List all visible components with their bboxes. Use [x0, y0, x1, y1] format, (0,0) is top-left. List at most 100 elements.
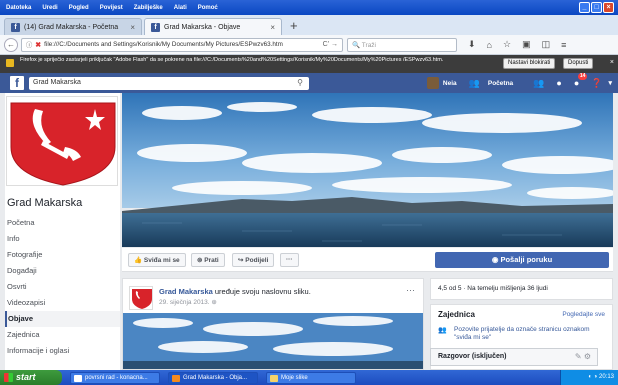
taskbar-item-firefox[interactable]: Grad Makarska - Obja... — [168, 371, 258, 384]
home-link[interactable]: Početna — [488, 80, 513, 87]
invite-friends-icon: 👥 — [438, 327, 447, 334]
plugin-notification-bar: Firefox je spriječio zastarjeli priključ… — [0, 55, 618, 73]
facebook-logo-icon[interactable]: f — [10, 76, 24, 90]
page-action-bar: 👍 Sviđa mi se ⊚ Prati ↪ Podijeli ··· ◉ P… — [122, 248, 613, 272]
menu-help[interactable]: Pomoć — [198, 5, 218, 11]
rating-box: 4,5 od 5 · Na temelju mišljenja 36 ljudi — [430, 278, 613, 300]
search-icon[interactable]: ⚲ — [297, 78, 303, 87]
tab-pocetna[interactable]: f (14) Grad Makarska - Početna × — [4, 18, 142, 35]
invite-friends-link[interactable]: Pozovite prijatelje da označe stranicu o… — [454, 326, 604, 342]
close-window-button[interactable]: × — [603, 2, 614, 13]
send-message-button[interactable]: ◉ Pošalji poruku — [435, 252, 609, 268]
left-nav-info-ads[interactable]: Informacije i oglasi — [5, 343, 120, 359]
post-card: Grad Makarska uređuje svoju naslovnu sli… — [122, 278, 424, 370]
menu-bookmarks[interactable]: Zabilješke — [134, 5, 163, 11]
help-icon[interactable]: ❓ — [591, 78, 602, 89]
bookmarks-icon[interactable]: ▣ — [522, 39, 531, 50]
start-button[interactable]: start — [0, 370, 62, 385]
search-placeholder: Traži — [361, 41, 376, 49]
post-image[interactable] — [123, 313, 423, 369]
system-tray: ◐ ◑ 20:13 — [560, 370, 618, 385]
search-input[interactable]: 🔍 Traži — [347, 37, 457, 52]
notifications-icon[interactable]: ● 14 — [574, 73, 588, 88]
page-title: Grad Makarska — [7, 197, 83, 209]
friend-requests-icon[interactable]: 👥 — [533, 78, 544, 89]
left-nav-community[interactable]: Zajednica — [5, 327, 120, 343]
facebook-search-input[interactable]: Grad Makarska ⚲ — [29, 76, 309, 90]
account-menu-icon[interactable]: ▾ — [608, 79, 612, 87]
chat-bar[interactable]: Razgovor (isključen) ✎ ⚙ — [430, 348, 598, 366]
post-options-button[interactable]: ··· — [406, 285, 415, 295]
left-nav-events[interactable]: Događaji — [5, 263, 120, 279]
cover-photo[interactable] — [122, 93, 613, 247]
taskbar-item-my-pictures[interactable]: Moje slike — [266, 371, 356, 384]
pocket-icon[interactable]: ◫ — [542, 39, 551, 50]
navigation-bar: ← ⓘ ✖ file:///C:/Documents and Settings/… — [0, 35, 618, 55]
taskbar-item-label: Grad Makarska - Obja... — [183, 374, 248, 381]
left-nav-photos[interactable]: Fotografije — [5, 247, 120, 263]
see-all-link[interactable]: Pogledajte sve — [562, 311, 605, 318]
bookmark-star-icon[interactable]: ☆ — [503, 39, 511, 50]
home-icon[interactable]: ⌂ — [487, 40, 492, 50]
start-label: start — [16, 372, 36, 382]
menu-tools[interactable]: Alati — [174, 5, 187, 11]
maximize-button[interactable]: □ — [591, 2, 602, 13]
continue-blocking-button[interactable]: Nastavi blokirati — [503, 58, 556, 69]
left-nav-pocetna[interactable]: Početna — [5, 215, 120, 231]
post-author-link[interactable]: Grad Makarska — [159, 287, 213, 296]
hamburger-menu-icon[interactable]: ≡ — [561, 40, 566, 50]
post-date-text: 29. siječnja 2013. — [159, 299, 210, 306]
firefox-icon — [172, 374, 180, 382]
profile-picture[interactable] — [6, 96, 118, 186]
minimize-button[interactable]: _ — [579, 2, 590, 13]
menu-view[interactable]: Pogled — [69, 5, 89, 11]
share-label: Podijeli — [245, 257, 269, 264]
word-icon — [74, 374, 82, 382]
post-author-avatar[interactable] — [129, 286, 153, 310]
menu-edit[interactable]: Uredi — [42, 5, 57, 11]
close-notification-icon[interactable]: × — [610, 59, 614, 66]
menu-file[interactable]: Datoteka — [6, 5, 31, 11]
menu-history[interactable]: Povijest — [100, 5, 123, 11]
page-left-column: Grad Makarska Početna Info Fotografije D… — [5, 93, 120, 370]
profile-link[interactable]: Neia — [443, 80, 457, 87]
like-page-button[interactable]: 👍 Sviđa mi se — [128, 253, 186, 267]
windows-logo-icon — [4, 373, 13, 382]
plugin-blocked-icon[interactable]: ✖ — [35, 41, 41, 49]
thumbs-up-icon: 👍 — [134, 257, 143, 264]
share-button[interactable]: ↪ Podijeli — [232, 253, 275, 267]
tab-close-icon[interactable]: × — [270, 23, 275, 32]
post-header: Grad Makarska uređuje svoju naslovnu sli… — [159, 287, 311, 296]
left-nav-videos[interactable]: Videozapisi — [5, 295, 120, 311]
facebook-header: f Grad Makarska ⚲ Neia 👥 Početna 👥 ● ● 14… — [0, 73, 618, 93]
left-nav-info[interactable]: Info — [5, 231, 120, 247]
send-message-label: Pošalji poruku — [500, 255, 553, 264]
info-icon[interactable]: ⓘ — [26, 40, 32, 49]
user-avatar[interactable] — [426, 77, 439, 89]
plugin-message: Firefox je spriječio zastarjeli priključ… — [20, 57, 444, 63]
new-message-icon[interactable]: ✎ — [575, 352, 582, 361]
new-tab-button[interactable]: + — [284, 18, 304, 35]
back-button[interactable]: ← — [4, 37, 18, 52]
taskbar-item-word[interactable]: povrsni rad - konacna... — [70, 371, 160, 384]
facebook-favicon-icon: f — [151, 22, 160, 32]
tray-icons[interactable]: ◐ ◑ — [588, 374, 599, 380]
rating-text[interactable]: 4,5 od 5 · Na temelju mišljenja 36 ljudi — [438, 285, 548, 292]
allow-plugin-button[interactable]: Dopusti — [563, 58, 594, 69]
tab-objave[interactable]: f Grad Makarska - Objave × — [144, 18, 282, 35]
messages-icon[interactable]: ● — [556, 78, 561, 88]
url-bar[interactable]: ⓘ ✖ file:///C:/Documents and Settings/Ko… — [21, 37, 343, 52]
chat-settings-icon[interactable]: ⚙ — [584, 352, 591, 361]
find-friends-icon[interactable]: 👥 — [469, 78, 480, 89]
post-date[interactable]: 29. siječnja 2013. ⊕ — [159, 298, 217, 306]
tab-label: (14) Grad Makarska - Početna — [24, 23, 119, 31]
tab-close-icon[interactable]: × — [130, 23, 135, 32]
left-nav-posts[interactable]: Objave — [5, 311, 120, 327]
left-nav-reviews[interactable]: Osvrti — [5, 279, 120, 295]
follow-button[interactable]: ⊚ Prati — [191, 253, 225, 267]
download-icon[interactable]: ⬇ — [468, 39, 476, 50]
messenger-icon: ◉ — [491, 255, 499, 264]
reload-icon[interactable]: C' → — [323, 41, 338, 48]
more-actions-button[interactable]: ··· — [280, 253, 299, 267]
globe-icon: ⊕ — [211, 299, 217, 306]
